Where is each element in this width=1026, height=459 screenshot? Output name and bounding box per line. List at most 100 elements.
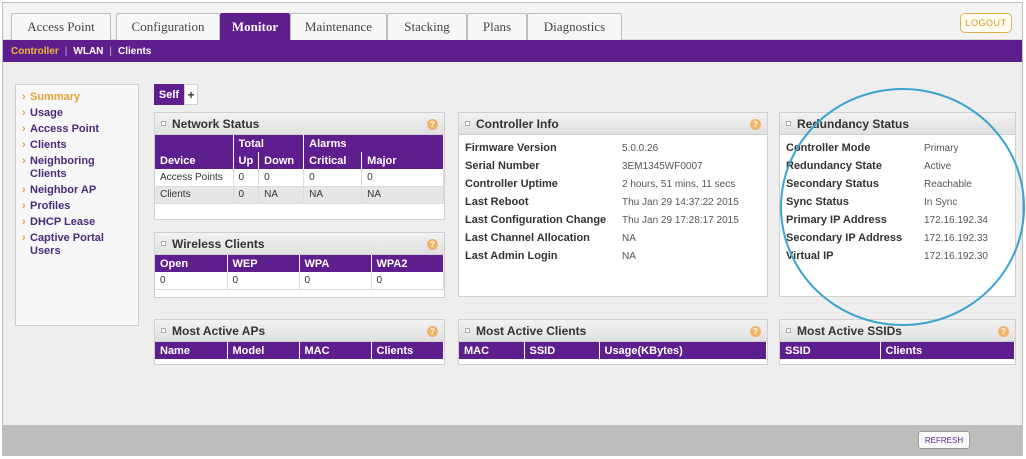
table-header: Up [233, 152, 260, 169]
most-active-clients-table: MAC SSID Usage(KBytes) [459, 342, 767, 359]
table-header: Usage(KBytes) [599, 342, 767, 359]
info-value: Active [924, 160, 952, 172]
add-button[interactable]: + [184, 84, 198, 105]
table-header [155, 135, 234, 152]
subnav-wlan[interactable]: WLAN [73, 46, 103, 57]
bullet-icon [786, 121, 791, 126]
wireless-clients-panel: Wireless Clients ? Open WEP WPA WPA2 0 0… [154, 232, 445, 298]
table-header: Device [155, 152, 234, 169]
sidebar-item-access-point[interactable]: Access Point [22, 123, 132, 136]
panel-title: Most Active SSIDs [797, 323, 902, 338]
info-value: Primary [924, 142, 959, 154]
sidebar-item-captive-portal-users[interactable]: Captive Portal Users [22, 232, 132, 258]
info-value: Thu Jan 29 14:37:22 2015 [622, 196, 739, 208]
footer-bar: REFRESH [3, 425, 1022, 455]
refresh-button[interactable]: REFRESH [918, 431, 970, 449]
redundancy-status-list: Controller Mode Primary Redundancy State A… [780, 135, 1015, 269]
tab-diagnostics[interactable]: Diagnostics [527, 13, 622, 40]
subnav-controller[interactable]: Controller [11, 46, 59, 57]
wireless-clients-table: Open WEP WPA WPA2 0 0 0 0 [155, 255, 444, 290]
info-row: Serial Number 3EM1345WF0007 [465, 157, 761, 175]
subnav-separator: | [64, 45, 68, 57]
table-cell: NA [258, 186, 305, 204]
tab-maintenance[interactable]: Maintenance [290, 13, 387, 40]
info-row: Controller Mode Primary [786, 139, 1009, 157]
bullet-icon [161, 121, 166, 126]
table-cell: Clients [155, 186, 234, 204]
subnav-clients[interactable]: Clients [118, 46, 151, 57]
info-label: Serial Number [465, 160, 540, 172]
info-value: 172.16.192.34 [924, 214, 988, 226]
sidebar-item-neighbor-ap[interactable]: Neighbor AP [22, 184, 132, 197]
sidebar-item-clients[interactable]: Clients [22, 139, 132, 152]
sidebar-item-dhcp-lease[interactable]: DHCP Lease [22, 216, 132, 229]
panel-title: Wireless Clients [172, 236, 265, 251]
help-icon[interactable]: ? [750, 326, 761, 337]
info-value: Thu Jan 29 17:28:17 2015 [622, 214, 739, 226]
info-value: Reachable [924, 178, 972, 190]
table-header: SSID [780, 342, 881, 359]
table-header: SSID [524, 342, 600, 359]
panel-header: Network Status ? [155, 113, 444, 135]
help-icon[interactable]: ? [427, 239, 438, 250]
table-cell: Access Points [155, 169, 234, 187]
bullet-icon [465, 328, 470, 333]
info-value: NA [622, 250, 636, 262]
info-row: Sync Status In Sync [786, 193, 1009, 211]
help-icon[interactable]: ? [750, 119, 761, 130]
table-header: Name [155, 342, 228, 359]
bullet-icon [161, 241, 166, 246]
tab-configuration[interactable]: Configuration [116, 13, 220, 40]
table-header: MAC [299, 342, 372, 359]
network-status-panel: Network Status ? Total Alarms Device Up … [154, 112, 445, 220]
info-label: Virtual IP [786, 250, 834, 262]
table-cell: 0 [233, 186, 260, 204]
table-cell: 0 [258, 169, 305, 187]
tab-plans[interactable]: Plans [467, 13, 527, 40]
table-header: MAC [459, 342, 525, 359]
tab-access-point[interactable]: Access Point [11, 13, 111, 40]
sidebar-item-profiles[interactable]: Profiles [22, 200, 132, 213]
info-label: Controller Mode [786, 142, 871, 154]
info-label: Firmware Version [465, 142, 557, 154]
help-icon[interactable]: ? [427, 326, 438, 337]
info-label: Last Channel Allocation [465, 232, 590, 244]
main-content: Summary Usage Access Point Clients Neigh… [3, 62, 1022, 425]
table-header: Down [258, 152, 305, 169]
table-header: Open [155, 255, 228, 272]
table-cell: 0 [233, 169, 260, 187]
self-button[interactable]: Self [154, 84, 184, 105]
info-label: Last Reboot [465, 196, 529, 208]
sidebar-item-summary[interactable]: Summary [22, 91, 132, 104]
table-cell: NA [303, 186, 363, 204]
info-label: Last Configuration Change [465, 214, 607, 226]
info-value: In Sync [924, 196, 958, 208]
info-row: Virtual IP 172.16.192.30 [786, 247, 1009, 265]
info-row: Controller Uptime 2 hours, 51 mins, 11 se… [465, 175, 761, 193]
info-row: Secondary Status Reachable [786, 175, 1009, 193]
table-cell: 0 [371, 272, 444, 290]
help-icon[interactable]: ? [427, 119, 438, 130]
table-row: 0 0 0 0 [155, 272, 444, 290]
panel-title: Controller Info [476, 116, 559, 131]
info-row: Last Admin Login NA [465, 247, 761, 265]
table-cell: 0 [361, 169, 444, 187]
table-header: Total [233, 135, 305, 152]
sub-navigation: Controller | WLAN | Clients [3, 40, 1022, 62]
sidebar: Summary Usage Access Point Clients Neigh… [15, 84, 139, 326]
most-active-ssids-panel: Most Active SSIDs ? SSID Clients [779, 319, 1016, 365]
sidebar-item-neighboring-clients[interactable]: Neighboring Clients [22, 155, 132, 181]
app-frame: Access Point Configuration Monitor Maint… [2, 2, 1025, 456]
bullet-icon [161, 328, 166, 333]
info-value: NA [622, 232, 636, 244]
panel-title: Network Status [172, 116, 260, 131]
sidebar-item-usage[interactable]: Usage [22, 107, 132, 120]
logout-button[interactable]: LOGOUT [960, 13, 1012, 33]
controller-info-list: Firmware Version 5.0.0.26 Serial Number 3E… [459, 135, 767, 269]
controller-info-panel: Controller Info ? Firmware Version 5.0.0.… [458, 112, 768, 297]
tab-stacking[interactable]: Stacking [387, 13, 467, 40]
help-icon[interactable]: ? [998, 326, 1009, 337]
table-cell: 0 [303, 169, 363, 187]
panel-header: Controller Info ? [459, 113, 767, 135]
tab-monitor[interactable]: Monitor [220, 13, 290, 40]
